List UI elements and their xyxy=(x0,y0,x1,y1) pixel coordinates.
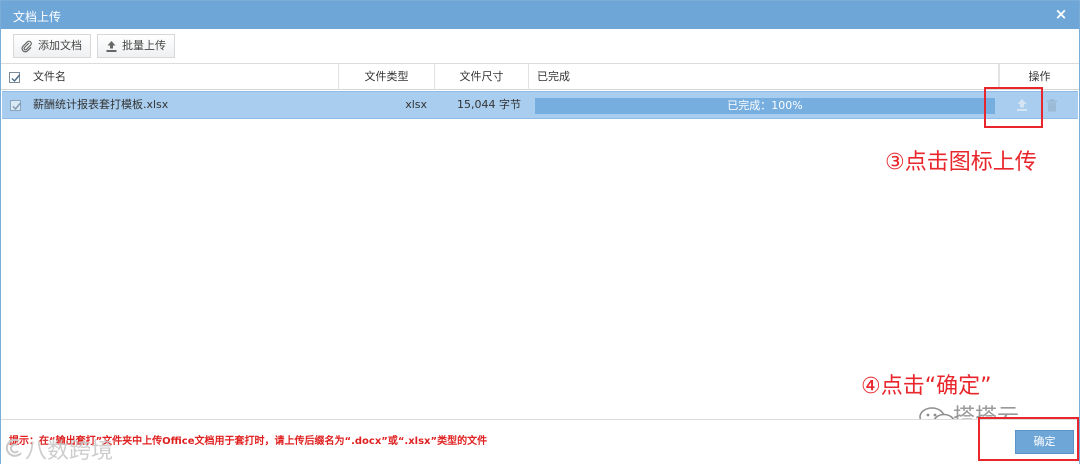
close-icon[interactable]: × xyxy=(1053,5,1069,23)
dialog-titlebar: 文档上传 × xyxy=(1,1,1079,29)
annotation-step4: ④点击“确定” xyxy=(861,374,992,399)
toolbar: 添加文档 批量上传 xyxy=(1,29,1079,64)
upload-icon xyxy=(106,41,117,52)
header-completed[interactable]: 已完成 xyxy=(529,64,999,90)
swirl-logo-icon xyxy=(5,438,22,457)
dialog-footer: 提示：在“输出套打”文件夹中上传Office文档用于套打时，请上传后缀名为“.d… xyxy=(1,419,1079,464)
row-file-name: 薪酬统计报表套打模板.xlsx xyxy=(33,98,169,111)
table-header: 文件名 文件类型 文件尺寸 已完成 操作 xyxy=(1,64,1079,90)
header-file-type[interactable]: 文件类型 xyxy=(339,64,435,90)
batch-upload-label: 批量上传 xyxy=(122,39,166,52)
add-document-label: 添加文档 xyxy=(38,39,82,52)
watermark-bottom-left: 八数跨境 xyxy=(25,439,114,464)
batch-upload-button[interactable]: 批量上传 xyxy=(97,34,175,58)
checkbox-icon xyxy=(8,71,20,83)
checkbox-icon xyxy=(9,99,21,111)
row-file-type: xlsx xyxy=(405,98,427,111)
select-all-checkbox[interactable] xyxy=(1,64,27,90)
upload-progress-bar: 已完成：100% xyxy=(535,98,995,114)
row-checkbox[interactable] xyxy=(2,92,28,118)
dialog-title: 文档上传 xyxy=(13,10,62,24)
add-document-button[interactable]: 添加文档 xyxy=(13,34,91,58)
progress-label: 已完成：100% xyxy=(727,99,803,112)
paperclip-icon xyxy=(21,40,32,53)
annotation-box-confirm xyxy=(978,417,1079,461)
annotation-step3: ③点击图标上传 xyxy=(885,150,1037,175)
delete-icon[interactable] xyxy=(1046,99,1058,112)
header-file-name[interactable]: 文件名 xyxy=(27,64,339,90)
header-file-size[interactable]: 文件尺寸 xyxy=(435,64,529,90)
table-row[interactable]: 薪酬统计报表套打模板.xlsx xlsx 15,044 字节 已完成：100% xyxy=(2,91,1078,119)
annotation-box-upload xyxy=(984,87,1043,128)
upload-dialog: 文档上传 × 添加文档 批量上传 文件名 文件类型 文件尺寸 已完成 操作 薪酬… xyxy=(0,0,1080,464)
row-file-size: 15,044 字节 xyxy=(457,98,521,111)
